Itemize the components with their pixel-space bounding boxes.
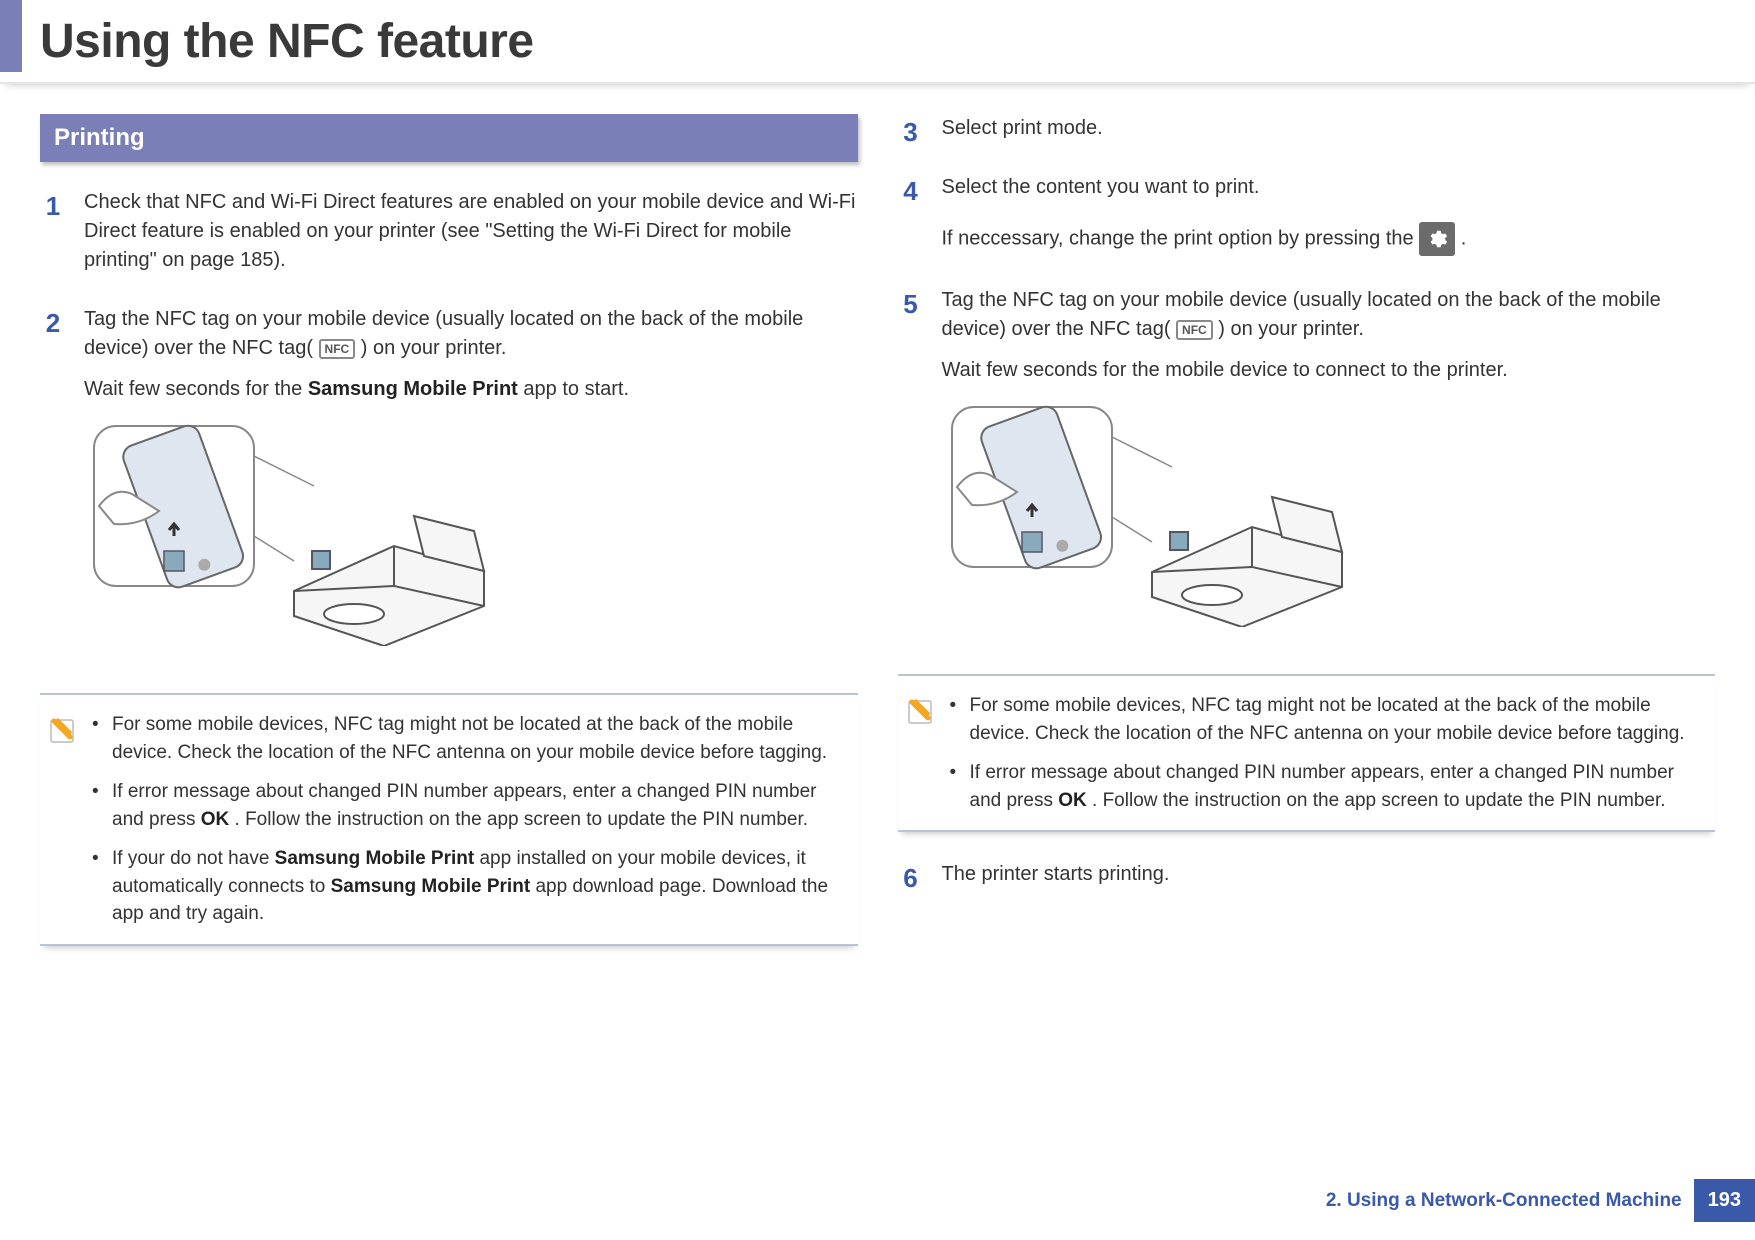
step-3: 3 Select print mode. [898,114,1716,155]
step-text: Check that NFC and Wi-Fi Direct features… [84,188,858,275]
step-text: If neccessary, change the print option b… [942,222,1716,256]
note-box: • For some mobile devices, NFC tag might… [898,674,1716,832]
note-text: If your do not have Samsung Mobile Print… [112,845,850,928]
nfc-tap-illustration [942,397,1716,636]
text-fragment: . Follow the instruction on the app scre… [1092,790,1666,811]
text-fragment: ) on your printer. [1218,318,1364,340]
note-icon [48,715,78,745]
text-fragment: app to start. [523,378,629,400]
text-fragment: If neccessary, change the print option b… [942,227,1420,249]
text-fragment: . [1461,227,1467,249]
step-6: 6 The printer starts printing. [898,860,1716,901]
note-text: For some mobile devices, NFC tag might n… [970,692,1708,747]
app-name-bold: Samsung Mobile Print [275,848,475,869]
step-text: Select print mode. [942,114,1716,143]
title-accent [0,0,22,72]
note-text: If error message about changed PIN numbe… [970,759,1708,814]
step-number: 2 [40,305,66,675]
note-bullet-2: • If error message about changed PIN num… [92,778,850,833]
step-text: Select the content you want to print. [942,173,1716,202]
content-area: Printing 1 Check that NFC and Wi-Fi Dire… [0,84,1755,946]
note-bullet-1: • For some mobile devices, NFC tag might… [950,692,1708,747]
note-text: For some mobile devices, NFC tag might n… [112,711,850,766]
step-number: 3 [898,114,924,155]
step-text: Tag the NFC tag on your mobile device (u… [84,305,858,363]
step-text: Wait few seconds for the mobile device t… [942,356,1716,385]
step-4: 4 Select the content you want to print. … [898,173,1716,268]
step-number: 6 [898,860,924,901]
nfc-tap-illustration [84,416,858,655]
text-fragment: Wait few seconds for the [84,378,308,400]
note-bullet-3: • If your do not have Samsung Mobile Pri… [92,845,850,928]
note-bullet-2: • If error message about changed PIN num… [950,759,1708,814]
text-fragment: If your do not have [112,848,275,869]
nfc-badge-icon: NFC [319,339,356,359]
text-fragment: ) on your printer. [361,337,507,359]
step-1: 1 Check that NFC and Wi-Fi Direct featur… [40,188,858,287]
right-column: 3 Select print mode. 4 Select the conten… [898,114,1716,946]
step-body: Tag the NFC tag on your mobile device (u… [84,305,858,675]
note-bullet-1: • For some mobile devices, NFC tag might… [92,711,850,766]
step-text: Wait few seconds for the Samsung Mobile … [84,375,858,404]
step-5: 5 Tag the NFC tag on your mobile device … [898,286,1716,656]
step-number: 5 [898,286,924,656]
step-body: Check that NFC and Wi-Fi Direct features… [84,188,858,287]
note-icon [906,696,936,726]
ok-bold: OK [201,809,230,830]
note-text: If error message about changed PIN numbe… [112,778,850,833]
step-number: 4 [898,173,924,268]
gear-icon [1419,222,1455,256]
note-list: • For some mobile devices, NFC tag might… [92,711,850,928]
title-bar: Using the NFC feature [0,0,1755,84]
note-box: • For some mobile devices, NFC tag might… [40,693,858,946]
step-text: The printer starts printing. [942,860,1716,889]
page-title: Using the NFC feature [40,14,534,69]
step-text: Tag the NFC tag on your mobile device (u… [942,286,1716,344]
app-name-bold: Samsung Mobile Print [308,378,518,400]
step-2: 2 Tag the NFC tag on your mobile device … [40,305,858,675]
page-number: 193 [1694,1179,1755,1222]
ok-bold: OK [1058,790,1087,811]
app-name-bold: Samsung Mobile Print [331,876,531,897]
section-heading-printing: Printing [40,114,858,162]
note-list: • For some mobile devices, NFC tag might… [950,692,1708,814]
page-footer: 2. Using a Network-Connected Machine 193 [1326,1179,1755,1222]
chapter-label: 2. Using a Network-Connected Machine [1326,1190,1682,1212]
nfc-badge-icon: NFC [1176,320,1213,340]
left-column: Printing 1 Check that NFC and Wi-Fi Dire… [40,114,858,946]
step-number: 1 [40,188,66,287]
text-fragment: . Follow the instruction on the app scre… [235,809,809,830]
